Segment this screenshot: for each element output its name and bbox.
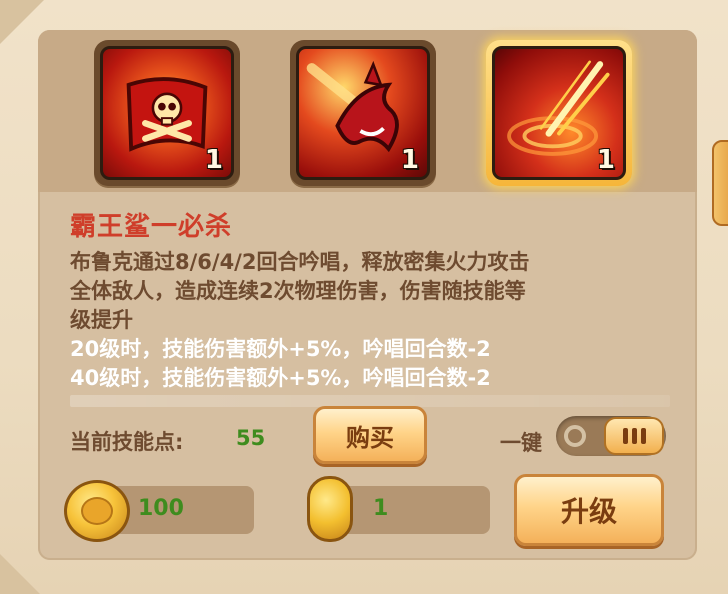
skill-slot-2[interactable]: 1 <box>290 40 436 186</box>
level-bonus-20: 20级时，技能伤害额外+5%，吟唱回合数-2 <box>70 337 491 361</box>
toggle-knob[interactable] <box>604 417 664 455</box>
skill-token-icon <box>307 476 353 542</box>
side-tab[interactable] <box>712 140 728 226</box>
skill-points-label: 当前技能点: <box>70 430 184 454</box>
level-bonus-40: 40级时，技能伤害额外+5%，吟唱回合数-2 <box>70 366 491 390</box>
description-line: 布鲁克通过8/6/4/2回合吟唱，释放密集火力攻击 <box>70 250 530 274</box>
description-line: 全体敌人，造成连续2次物理伤害，伤害随技能等 <box>70 279 526 303</box>
skill-slot-3-selected[interactable]: 1 <box>486 40 632 186</box>
skill-panel: 1 1 1 霸王鲨一必杀 布鲁克通过8/6/4/2回合吟唱，释放密集火力攻击 全… <box>38 30 697 560</box>
skill-points-value: 55 <box>236 426 266 450</box>
buy-button[interactable]: 购买 <box>313 406 427 464</box>
strike-icon: 1 <box>492 46 626 180</box>
one-key-toggle[interactable] <box>556 416 666 456</box>
skill-slot-1[interactable]: 1 <box>94 40 240 186</box>
one-key-label: 一键 <box>500 431 542 455</box>
skill-level: 1 <box>596 145 615 175</box>
coin-cost-value: 100 <box>138 496 184 521</box>
upgrade-button[interactable]: 升级 <box>514 474 664 546</box>
skill-name: 霸王鲨一必杀 <box>70 212 233 242</box>
frame-corner-top-left <box>0 0 44 44</box>
skill-level: 1 <box>204 145 223 175</box>
skill-description: 布鲁克通过8/6/4/2回合吟唱，释放密集火力攻击 全体敌人，造成连续2次物理伤… <box>70 248 670 335</box>
token-cost-bar: 1 <box>333 486 490 534</box>
skill-level: 1 <box>400 145 419 175</box>
token-cost-value: 1 <box>373 496 389 521</box>
frame-corner-bottom-left <box>0 554 40 594</box>
skull-flag-icon: 1 <box>100 46 234 180</box>
shark-icon: 1 <box>296 46 430 180</box>
gold-coin-icon <box>64 480 130 542</box>
toggle-off-indicator <box>564 425 586 447</box>
description-line: 级提升 <box>70 308 133 332</box>
